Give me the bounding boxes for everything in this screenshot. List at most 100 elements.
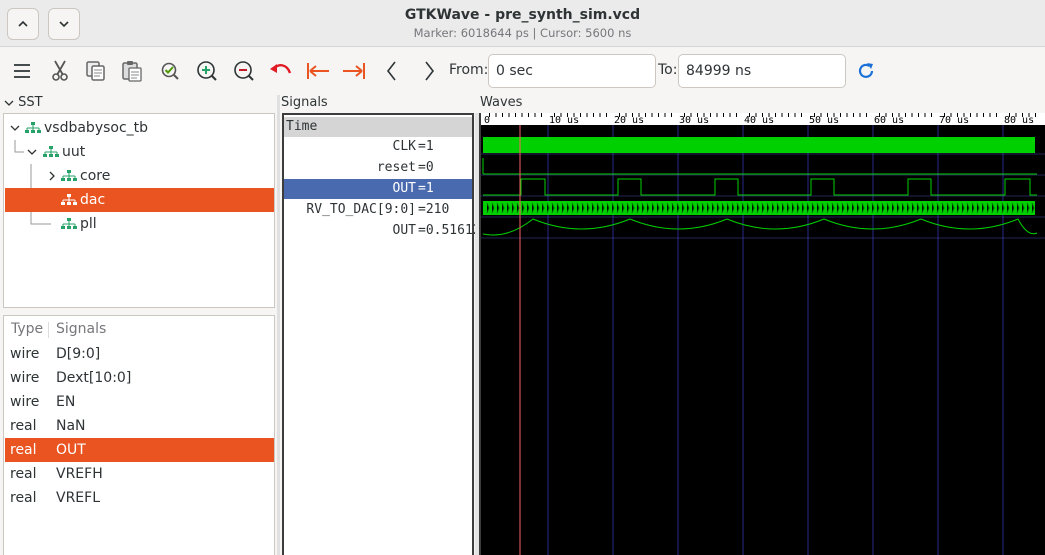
hamburger-icon [14,64,30,78]
signal-name: Dext[10:0] [56,370,132,386]
signal-name: reset [376,160,416,175]
signal-row-out-digital[interactable]: OUT =1 [284,179,472,199]
signal-type: wire [10,394,40,410]
ruler-tick-label: 20 us [614,115,644,126]
zoom-out-icon [234,61,254,81]
undo-icon [270,64,292,74]
time-header: Time [286,119,318,134]
sst-label: SST [18,95,43,110]
time-header-row[interactable]: Time [284,117,472,137]
ruler-tick-label: 80 us [1004,115,1034,126]
signal-type: real [10,418,37,434]
signal-list-row[interactable]: real NaN [5,414,274,438]
tree-item-dac[interactable]: dac [5,188,274,212]
signal-list-row[interactable]: real VREFH [5,462,274,486]
undo-zoom-button[interactable] [267,57,295,85]
signal-row-reset[interactable]: reset =0 [284,158,472,178]
signal-row-clk[interactable]: CLK =1 [284,137,472,157]
signal-type: real [10,442,37,458]
title-bar: GTKWave - pre_synth_sim.vcd Marker: 6018… [0,0,1045,47]
tree-item-pll[interactable]: pll [5,212,274,236]
signal-list-row[interactable]: real VREFL [5,486,274,510]
chevron-right-icon[interactable] [46,170,58,182]
time-ruler: 0 10 us 20 us 30 us 40 us 50 us 60 us 70 us 80 u… [484,113,1036,126]
waves-panel[interactable]: 0 10 us 20 us 30 us 40 us 50 us 60 us 70 us 80 u… [479,113,1045,555]
paste-button[interactable] [118,57,146,85]
signal-type: real [10,490,37,506]
window-subtitle: Marker: 6018644 ps | Cursor: 5600 ns [413,26,632,40]
sst-tree: vsdbabysoc_tb uut core dac pll [3,113,275,308]
column-divider [48,322,49,338]
chevron-down-icon[interactable] [26,146,38,158]
prev-edge-button[interactable] [378,57,406,85]
signal-type: wire [10,370,40,386]
signal-row-rv-to-dac[interactable]: RV_TO_DAC[9:0] =210 [284,200,472,220]
to-time-input[interactable]: 84999 ns [678,54,846,88]
toolbar: From: 0 sec To: 84999 ns [0,47,1045,95]
copy-icon [86,61,105,81]
zoom-in-button[interactable] [193,57,221,85]
signal-name: CLK [392,139,416,154]
wave-analog-out [482,218,1038,236]
signal-name: NaN [56,418,86,434]
signal-value: =1 [418,181,434,196]
tree-item-label: vsdbabysoc_tb [44,120,149,136]
signal-list-row[interactable]: wire D[9:0] [5,342,274,366]
from-time-input[interactable]: 0 sec [488,54,656,88]
zoom-fit-button[interactable] [156,57,184,85]
tree-item-uut[interactable]: uut [5,140,274,164]
copy-button[interactable] [82,57,110,85]
module-icon [43,146,59,157]
ruler-tick-label: 50 us [809,115,839,126]
signal-name: OUT [392,181,416,196]
go-first-icon [307,63,329,79]
signal-list-row[interactable]: wire EN [5,390,274,414]
module-icon [25,122,41,133]
signal-type: real [10,466,37,482]
signal-row-out-analog[interactable]: OUT =0.516129 [284,221,489,241]
jump-to-start-button[interactable] [304,57,332,85]
menu-button[interactable] [8,57,36,85]
chevron-down-icon[interactable] [4,98,14,108]
signal-name: OUT [56,442,86,458]
ruler-tick-label: 60 us [874,115,904,126]
cut-button[interactable] [46,57,74,85]
wave-clk [483,137,1035,153]
ruler-tick-label: 40 us [744,115,774,126]
zoom-in-icon [197,61,217,81]
type-column-header[interactable]: Type [11,321,43,337]
module-icon [61,218,77,229]
signal-name: EN [56,394,76,410]
go-last-icon [343,63,365,79]
tree-item-vsdbabysoc-tb[interactable]: vsdbabysoc_tb [5,116,274,140]
window-title: GTKWave - pre_synth_sim.vcd [404,7,641,23]
signal-name: OUT [392,223,416,238]
waves-frame-label: Waves [480,95,523,110]
signals-panel: Time CLK =1 reset =0 OUT =1 RV_TO_DAC[9:… [282,113,489,555]
tree-item-label: core [80,168,111,184]
signal-list-row[interactable]: wire Dext[10:0] [5,366,274,390]
tree-item-core[interactable]: core [5,164,274,188]
from-label: From: [449,62,489,78]
chevron-down-icon[interactable] [9,122,21,134]
pane-splitter[interactable] [277,95,280,555]
wave-reset [482,158,1037,175]
module-icon [61,170,77,181]
to-label: To: [658,62,678,78]
next-edge-button[interactable] [415,57,443,85]
module-icon [61,194,77,205]
grid-lines [481,125,1045,555]
zoom-out-button[interactable] [230,57,258,85]
ruler-tick-label: 10 us [549,115,579,126]
signal-list-row-selected[interactable]: real OUT [5,438,274,462]
paste-icon [122,61,142,82]
waveform-canvas[interactable]: 0 10 us 20 us 30 us 40 us 50 us 60 us 70 us 80 u… [481,113,1045,555]
reload-button[interactable] [852,57,880,85]
reload-icon [858,63,874,78]
signal-type-list: Type Signals wire D[9:0] wire Dext[10:0]… [3,315,275,555]
ruler-tick-label: 30 us [679,115,709,126]
tree-item-label: dac [80,192,106,208]
jump-to-end-button[interactable] [340,57,368,85]
tree-item-label: uut [62,144,86,160]
signals-column-header[interactable]: Signals [56,321,106,337]
